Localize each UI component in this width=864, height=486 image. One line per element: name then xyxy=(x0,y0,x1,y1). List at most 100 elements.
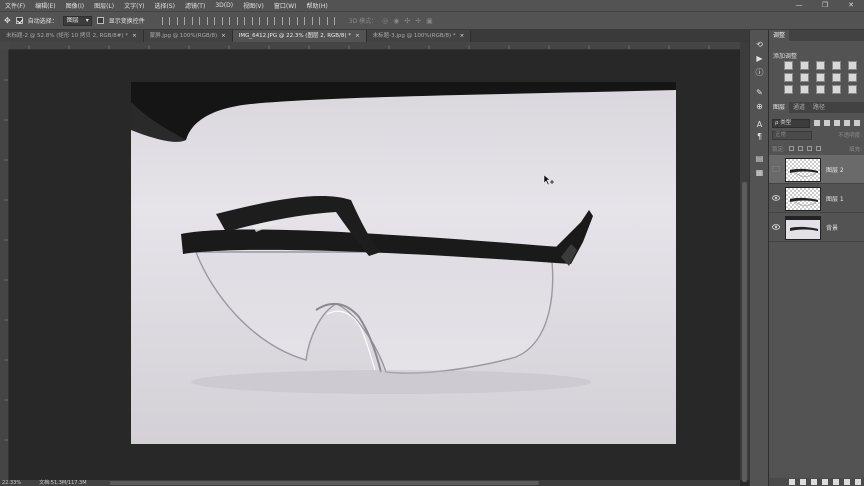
layer-name[interactable]: 图层 1 xyxy=(826,194,844,203)
invert-icon[interactable] xyxy=(784,85,793,94)
document-tab[interactable]: 未标题-2 @ 52.8% (矩形 10 拷贝 2, RGB/8#) * × xyxy=(0,30,144,42)
horizontal-scrollbar[interactable] xyxy=(9,480,740,486)
close-icon[interactable]: × xyxy=(460,30,465,42)
new-adjustment-icon[interactable] xyxy=(822,479,828,485)
lock-position-icon[interactable] xyxy=(806,146,812,151)
distribute-top-icon[interactable] xyxy=(296,16,305,25)
horizontal-scroll-thumb[interactable] xyxy=(109,481,539,485)
trash-icon[interactable] xyxy=(855,479,861,485)
channel-mixer-icon[interactable] xyxy=(848,73,857,82)
layer-row[interactable]: 图层 2 xyxy=(769,155,864,184)
document-tab[interactable]: 蒙屏.jpg @ 100%(RGB/8) × xyxy=(143,30,233,42)
align-right-icon[interactable] xyxy=(191,16,200,25)
auto-select-checkbox[interactable] xyxy=(15,17,23,24)
brightness-contrast-icon[interactable] xyxy=(784,61,793,70)
filter-adjustment-icon[interactable] xyxy=(824,120,830,126)
filter-shape-icon[interactable] xyxy=(844,120,850,126)
vertical-scrollbar[interactable] xyxy=(740,42,749,482)
tab-channels[interactable]: 通道 xyxy=(789,102,809,113)
minimize-button[interactable]: — xyxy=(786,0,812,11)
restore-button[interactable]: ❐ xyxy=(812,0,838,11)
clone-source-icon[interactable]: ⊕ xyxy=(755,102,764,111)
filter-smart-icon[interactable] xyxy=(854,120,860,126)
threshold-icon[interactable] xyxy=(816,85,825,94)
menu-window[interactable]: 窗口(W) xyxy=(269,1,302,10)
pan-3d-icon[interactable]: ✣ xyxy=(404,17,410,25)
menu-layer[interactable]: 图层(L) xyxy=(89,1,119,10)
slide-3d-icon[interactable]: ✛ xyxy=(415,17,421,25)
layer-row[interactable]: 图层 1 xyxy=(769,184,864,213)
menu-type[interactable]: 文字(Y) xyxy=(119,1,149,10)
info-icon[interactable]: ⓘ xyxy=(755,68,764,77)
hue-saturation-icon[interactable] xyxy=(784,73,793,82)
distribute-center-icon[interactable] xyxy=(266,16,275,25)
layer-name[interactable]: 背景 xyxy=(826,223,838,232)
blend-mode-select[interactable]: 正常 xyxy=(772,131,812,140)
eye-icon[interactable] xyxy=(772,195,780,201)
layer-filter-select[interactable]: ρ 类型 xyxy=(772,118,810,128)
document-tab-active[interactable]: IMG_6412.JPG @ 22.3% (图层 2, RGB/8) * × xyxy=(232,30,367,42)
align-vcenter-icon[interactable] xyxy=(221,16,230,25)
layer-comps-icon[interactable]: ▤ xyxy=(755,154,764,163)
close-icon[interactable]: × xyxy=(355,30,360,42)
document-image[interactable] xyxy=(131,82,676,444)
link-layers-icon[interactable] xyxy=(789,479,795,485)
play-icon[interactable]: ▶ xyxy=(755,54,764,63)
gradient-map-icon[interactable] xyxy=(832,85,841,94)
layer-name[interactable]: 图层 2 xyxy=(826,165,844,174)
menu-image[interactable]: 图像(I) xyxy=(61,1,89,10)
align-bottom-icon[interactable] xyxy=(236,16,245,25)
filter-type-icon[interactable] xyxy=(834,120,840,126)
zoom-level[interactable]: 22.33% xyxy=(2,480,21,486)
selective-color-icon[interactable] xyxy=(848,85,857,94)
menu-help[interactable]: 帮助(H) xyxy=(302,1,333,10)
menu-filter[interactable]: 滤镜(T) xyxy=(180,1,210,10)
levels-icon[interactable] xyxy=(800,61,809,70)
show-transform-checkbox[interactable] xyxy=(96,17,104,24)
scale-3d-icon[interactable]: ▣ xyxy=(426,17,433,25)
tab-adjustments[interactable]: 调整 xyxy=(769,30,790,41)
lock-pixels-icon[interactable] xyxy=(788,146,794,151)
menu-select[interactable]: 选择(S) xyxy=(149,1,180,10)
align-top-icon[interactable] xyxy=(206,16,215,25)
document-tab[interactable]: 未标题-3.jpg @ 100%(RGB/8) * × xyxy=(366,30,472,42)
new-group-icon[interactable] xyxy=(833,479,839,485)
auto-select-target-select[interactable]: 图层 xyxy=(62,15,92,26)
lock-paint-icon[interactable] xyxy=(797,146,803,151)
notes-icon[interactable]: ▦ xyxy=(755,168,764,177)
curves-icon[interactable] xyxy=(816,61,825,70)
history-icon[interactable]: ⟲ xyxy=(755,40,764,49)
roll-3d-icon[interactable]: ◉ xyxy=(393,17,399,25)
add-mask-icon[interactable] xyxy=(811,479,817,485)
character-icon[interactable]: A xyxy=(755,120,764,129)
distribute-left-icon[interactable] xyxy=(251,16,260,25)
close-icon[interactable]: × xyxy=(221,30,226,42)
tab-layers[interactable]: 图层 xyxy=(769,102,790,113)
layer-row[interactable]: 背景 xyxy=(769,213,864,242)
close-button[interactable]: ✕ xyxy=(838,0,864,11)
photo-filter-icon[interactable] xyxy=(832,73,841,82)
vertical-scroll-thumb[interactable] xyxy=(742,182,747,482)
menu-edit[interactable]: 编辑(E) xyxy=(30,1,60,10)
tab-paths[interactable]: 路径 xyxy=(809,102,829,113)
orbit-3d-icon[interactable]: ◎ xyxy=(382,17,388,25)
align-hcenter-icon[interactable] xyxy=(176,16,185,25)
posterize-icon[interactable] xyxy=(800,85,809,94)
menu-3d[interactable]: 3D(D) xyxy=(210,2,238,9)
close-icon[interactable]: × xyxy=(132,30,137,42)
distribute-bottom-icon[interactable] xyxy=(326,16,335,25)
filter-pixel-icon[interactable] xyxy=(814,120,820,126)
eye-icon[interactable] xyxy=(772,224,780,230)
move-tool-icon[interactable]: ✥ xyxy=(4,16,11,25)
black-white-icon[interactable] xyxy=(816,73,825,82)
menu-view[interactable]: 视图(V) xyxy=(238,1,269,10)
vibrance-icon[interactable] xyxy=(848,61,857,70)
lock-all-icon[interactable] xyxy=(815,146,821,151)
distribute-middle-icon[interactable] xyxy=(311,16,320,25)
exposure-icon[interactable] xyxy=(832,61,841,70)
new-layer-icon[interactable] xyxy=(844,479,850,485)
distribute-right-icon[interactable] xyxy=(281,16,290,25)
brush-icon[interactable]: ✎ xyxy=(755,88,764,97)
align-left-icon[interactable] xyxy=(161,16,170,25)
visibility-toggle[interactable] xyxy=(772,166,780,172)
